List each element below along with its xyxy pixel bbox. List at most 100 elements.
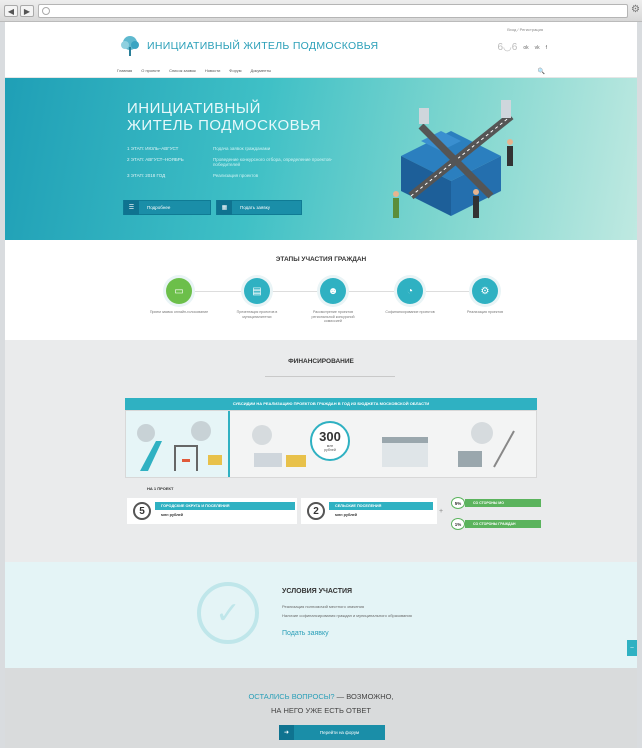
- faq-section: ОСТАЛИСЬ ВОПРОСЫ? — ВОЗМОЖНО, НА НЕГО УЖ…: [5, 668, 637, 748]
- stage-label: Реализация проектов: [466, 310, 504, 314]
- loading-icon: [42, 7, 50, 15]
- presentation-icon: ▤: [244, 278, 270, 304]
- menu-item-documents[interactable]: Документы: [250, 68, 271, 73]
- tier-unit: млн рублей: [161, 513, 184, 517]
- vk-icon[interactable]: vk: [535, 45, 540, 51]
- apply-button[interactable]: ▦ Подать заявку: [216, 200, 302, 215]
- brand-title: ИНИЦИАТИВНЫЙ ЖИТЕЛЬ ПОДМОСКОВЬЯ: [147, 40, 379, 52]
- browser-toolbar: ◀ ▶ ⚙: [0, 0, 642, 22]
- apply-button-label: Подать заявку: [240, 205, 270, 210]
- fb-icon[interactable]: f: [546, 45, 547, 51]
- accessibility-glasses-icon[interactable]: 6◡6: [497, 42, 517, 53]
- faq-question: ОСТАЛИСЬ ВОПРОСЫ? — ВОЗМОЖНО,: [5, 692, 637, 701]
- stage-item: ▭ Прием заявок онлайн-голосование: [149, 278, 209, 315]
- address-bar[interactable]: [38, 4, 628, 18]
- amount-value: 300: [319, 429, 341, 444]
- tier-rural: 2 СЕЛЬСКИЕ ПОСЕЛЕНИЯ млн рублей: [301, 498, 437, 524]
- menu-item-news[interactable]: Новости: [205, 68, 220, 73]
- step-desc: Подача заявок гражданами: [213, 146, 271, 151]
- tier-number: 2: [307, 502, 325, 520]
- tier-unit: млн рублей: [335, 513, 358, 517]
- checkmark-icon: ✓: [197, 582, 259, 644]
- stages-section: ЭТАПЫ УЧАСТИЯ ГРАЖДАН ▭ Прием заявок онл…: [5, 240, 637, 340]
- share-municipal: 5% СО СТОРОНЫ МО: [451, 497, 541, 509]
- stage-item: ◔ Софинансирование проектов: [380, 278, 440, 315]
- plus-icon: +: [439, 508, 444, 515]
- faq-highlight: ОСТАЛИСЬ ВОПРОСЫ?: [248, 692, 335, 701]
- apply-link[interactable]: Подать заявку: [282, 630, 329, 637]
- hero-banner: ИНИЦИАТИВНЫЙ ЖИТЕЛЬ ПОДМОСКОВЬЯ 1 ЭТАП: …: [5, 78, 637, 240]
- more-button[interactable]: ☰ Подробнее: [123, 200, 211, 215]
- share-label: СО СТОРОНЫ ГРАЖДАН: [465, 520, 541, 528]
- building-icon: ▦: [217, 200, 232, 215]
- playground-illustration: [126, 411, 230, 477]
- settings-icon[interactable]: ⚙: [631, 4, 640, 15]
- stage-label: Софинансирование проектов: [385, 310, 435, 314]
- stage-item: ☻ Рассмотрение проектов региональной кон…: [303, 278, 363, 324]
- people-icon: ☻: [320, 278, 346, 304]
- side-tab-button[interactable]: –: [627, 640, 637, 656]
- step-desc: Проведение конкурсного отбора, определен…: [213, 157, 333, 167]
- stage-item: ⚙ Реализация проектов: [455, 278, 515, 315]
- tier-label: ГОРОДСКИЕ ОКРУГА И ПОСЕЛЕНИЯ: [155, 502, 295, 510]
- amount-unit: рублей: [324, 448, 336, 452]
- conditions-section: ✓ УСЛОВИЯ УЧАСТИЯ Реализация полномочий …: [5, 562, 637, 668]
- finance-divider: [265, 376, 395, 377]
- hero-step: 1 ЭТАП: ИЮЛЬ–АВГУСТ Подача заявок граждан…: [127, 146, 333, 151]
- forward-icon[interactable]: ▶: [20, 5, 34, 17]
- share-label: СО СТОРОНЫ МО: [465, 499, 541, 507]
- hero-title-line2: ЖИТЕЛЬ ПОДМОСКОВЬЯ: [127, 117, 322, 134]
- stage-label: Презентация проектов в муниципалитетах: [236, 310, 278, 319]
- main-menu: Главная О проекте Список заявок Новости …: [5, 66, 637, 78]
- forum-button[interactable]: ➜ Перейти на форум: [279, 725, 385, 740]
- step-period: 1 ЭТАП: ИЮЛЬ–АВГУСТ: [127, 146, 179, 151]
- login-link[interactable]: Вход / Регистрация: [507, 27, 543, 32]
- share-percent: 5%: [451, 497, 465, 509]
- condition-item: Наличие софинансирования граждан и муниц…: [282, 613, 412, 618]
- menu-item-applications[interactable]: Список заявок: [169, 68, 196, 73]
- step-desc: Реализация проектов: [213, 173, 259, 178]
- menu-item-home[interactable]: Главная: [117, 68, 132, 73]
- stages-title: ЭТАПЫ УЧАСТИЯ ГРАЖДАН: [275, 256, 367, 263]
- list-icon: ☰: [124, 200, 139, 215]
- tier-label: СЕЛЬСКИЕ ПОСЕЛЕНИЯ: [329, 502, 433, 510]
- search-icon[interactable]: 🔍: [538, 68, 545, 75]
- back-icon[interactable]: ◀: [4, 5, 18, 17]
- city-illustration: [252, 422, 515, 468]
- per-project-label: НА 1 ПРОЕКТ: [147, 486, 174, 491]
- forum-button-label: Перейти на форум: [319, 730, 360, 735]
- finance-section: ФИНАНСИРОВАНИЕ СУБСИДИИ НА РЕАЛИЗАЦИЮ ПР…: [5, 340, 637, 562]
- menu-item-about[interactable]: О проекте: [141, 68, 160, 73]
- faq-rest: — ВОЗМОЖНО,: [334, 692, 394, 701]
- stage-item: ▤ Презентация проектов в муниципалитетах: [227, 278, 287, 319]
- condition-item: Реализация полномочий местного значения: [282, 604, 365, 609]
- hero-steps: 1 ЭТАП: ИЮЛЬ–АВГУСТ Подача заявок граждан…: [127, 146, 333, 184]
- step-period: 2 ЭТАП: АВГУСТ–НОЯБРЬ: [127, 157, 184, 162]
- tree-logo-icon: [121, 36, 139, 56]
- hero-illustration: [393, 100, 514, 218]
- finance-title: ФИНАНСИРОВАНИЕ: [288, 358, 354, 365]
- brand-logo[interactable]: ИНИЦИАТИВНЫЙ ЖИТЕЛЬ ПОДМОСКОВЬЯ: [119, 35, 378, 57]
- page: Вход / Регистрация ИНИЦИАТИВНЫЙ ЖИТЕЛЬ П…: [5, 22, 637, 748]
- subsidy-banner: СУБСИДИИ НА РЕАЛИЗАЦИЮ ПРОЕКТОВ ГРАЖДАН …: [125, 398, 537, 410]
- conditions-title: УСЛОВИЯ УЧАСТИЯ: [282, 588, 353, 595]
- gear-icon: ⚙: [472, 278, 498, 304]
- menu-item-forum[interactable]: Форум: [229, 68, 241, 73]
- share-citizens: 1% СО СТОРОНЫ ГРАЖДАН: [451, 518, 541, 530]
- more-button-label: Подробнее: [147, 205, 171, 210]
- hero-step: 3 ЭТАП: 2018 ГОД Реализация проектов: [127, 173, 333, 178]
- finance-illustration: 300 млн рублей: [125, 410, 537, 478]
- ok-icon[interactable]: ok: [523, 45, 528, 51]
- pie-chart-icon: ◔: [397, 278, 423, 304]
- playground-icon: [137, 421, 222, 471]
- stage-label: Рассмотрение проектов региональной конку…: [311, 310, 355, 323]
- stage-label: Прием заявок онлайн-голосование: [149, 310, 209, 314]
- header: Вход / Регистрация ИНИЦИАТИВНЫЙ ЖИТЕЛЬ П…: [5, 22, 637, 56]
- share-percent: 1%: [451, 518, 465, 530]
- step-period: 3 ЭТАП: 2018 ГОД: [127, 173, 166, 178]
- tier-urban: 5 ГОРОДСКИЕ ОКРУГА И ПОСЕЛЕНИЯ млн рубле…: [127, 498, 297, 524]
- amount-circle: 300 млн рублей: [310, 421, 350, 461]
- hero-title: ИНИЦИАТИВНЫЙ ЖИТЕЛЬ ПОДМОСКОВЬЯ: [127, 100, 321, 134]
- arrow-right-icon: ➜: [279, 725, 294, 740]
- faq-answer: НА НЕГО УЖЕ ЕСТЬ ОТВЕТ: [270, 706, 371, 715]
